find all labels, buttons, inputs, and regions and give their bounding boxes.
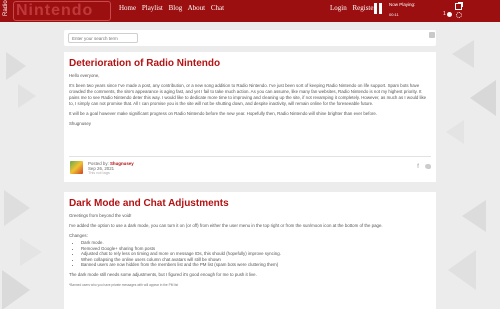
track-time: 00:11 (389, 12, 399, 17)
logo-small-text: Radio (3, 0, 9, 16)
now-playing-label: Now Playing: (389, 2, 416, 7)
post-meta: Posted by: Shugnusey Sep 26, 2021 This n… (88, 161, 134, 177)
register-link[interactable]: Register (352, 4, 375, 12)
post-paragraph: It's been two years since I've made a po… (69, 83, 427, 106)
main-nav: Home Playlist Blog About Chat (119, 4, 228, 12)
post-tags: This not tags (88, 171, 110, 176)
auth-links: Login Register (330, 4, 380, 12)
post-footer: Posted by: Shugnusey Sep 26, 2021 This n… (69, 156, 431, 178)
logo-main-text: Nintendo (13, 1, 111, 21)
post-paragraph: Hello everyone, (69, 73, 100, 78)
nav-about[interactable]: About (188, 4, 206, 12)
popout-icon[interactable] (455, 2, 463, 10)
nav-blog[interactable]: Blog (169, 4, 183, 12)
nav-playlist[interactable]: Playlist (142, 4, 163, 12)
login-link[interactable]: Login (330, 4, 347, 12)
footnote: *Banned users who you have private messa… (69, 282, 179, 287)
post-paragraph: Shugnusey (69, 121, 91, 126)
search-bar (64, 30, 436, 46)
post-paragraph: I've added the option to use a dark mode… (69, 223, 383, 228)
blog-post: Dark Mode and Chat Adjustments Greetings… (64, 192, 436, 309)
pause-button[interactable] (374, 3, 382, 14)
post-paragraph: Greetings from beyond the void! (69, 213, 132, 218)
nav-home[interactable]: Home (119, 4, 136, 12)
user-icon[interactable] (447, 12, 452, 17)
blog-post: Deterioration of Radio Nintendo Hello ev… (64, 52, 436, 182)
nav-chat[interactable]: Chat (211, 4, 224, 12)
post-paragraph: It will be a goal however make significa… (69, 111, 378, 116)
post-title[interactable]: Dark Mode and Chat Adjustments (69, 198, 229, 209)
post-paragraph: The dark mode still needs some adjustmen… (69, 271, 257, 277)
post-title[interactable]: Deterioration of Radio Nintendo (69, 58, 220, 69)
list-item: Banned users are now hidden from the mem… (81, 262, 431, 268)
site-logo[interactable]: Radio Nintendo (3, 0, 111, 22)
gear-icon[interactable] (456, 12, 462, 18)
post-body: Hello everyone, It's been two years sinc… (69, 73, 431, 131)
listener-count: 1 (443, 11, 446, 17)
avatar[interactable] (70, 161, 83, 174)
rss-icon[interactable] (429, 32, 435, 38)
post-paragraph: Changes: (69, 233, 88, 238)
twitter-icon[interactable] (425, 164, 431, 169)
top-header-bar: Radio Nintendo Home Playlist Blog About … (0, 0, 500, 22)
post-body: Greetings from beyond the void! I've add… (69, 213, 431, 292)
search-input[interactable] (68, 33, 138, 43)
facebook-icon[interactable]: f (417, 164, 419, 170)
changes-list: Dark mode. Removed Google+ sharing from … (81, 240, 431, 268)
